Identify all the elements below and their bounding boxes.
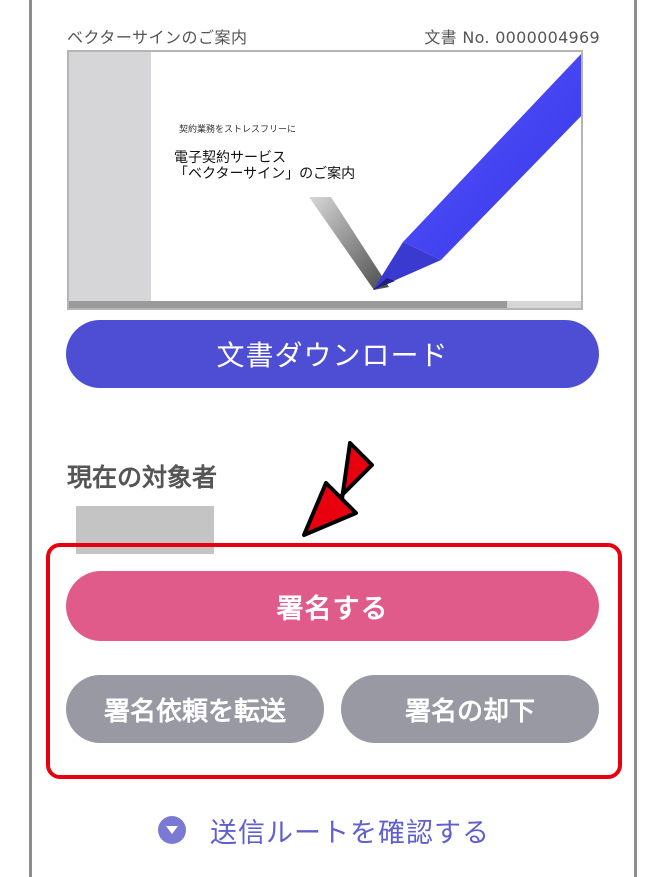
current-target-label: 現在の対象者	[67, 463, 218, 492]
chevron-down-icon	[166, 826, 178, 834]
signing-page: ベクターサインのご案内 文書 No. 0000004969 契約業務をストレスフ…	[0, 0, 668, 877]
preview-heading: 電子契約サービス 「ベクターサイン」のご案内	[174, 150, 355, 182]
download-document-button[interactable]: 文書ダウンロード	[66, 320, 599, 388]
chevron-down-circle-icon	[158, 816, 186, 844]
preview-tagline: 契約業務をストレスフリーに	[179, 125, 297, 135]
frame-border-left	[29, 0, 32, 877]
document-title: ベクターサインのご案内	[67, 28, 248, 47]
preview-scrollbar-thumb[interactable]	[69, 301, 507, 308]
document-number: 文書 No. 0000004969	[424, 28, 600, 47]
preview-heading-line2: 「ベクターサイン」のご案内	[174, 166, 356, 182]
check-send-route-link[interactable]: 送信ルートを確認する	[158, 810, 490, 850]
frame-border-right	[634, 0, 637, 877]
forward-signature-request-button[interactable]: 署名依頼を転送	[66, 675, 324, 743]
route-link-label: 送信ルートを確認する	[210, 817, 490, 849]
reject-signature-button[interactable]: 署名の却下	[341, 675, 599, 743]
preview-heading-line1: 電子契約サービス	[174, 150, 286, 166]
sign-button[interactable]: 署名する	[66, 571, 599, 641]
red-arrow-annotation-icon	[302, 441, 374, 537]
document-preview[interactable]: 契約業務をストレスフリーに 電子契約サービス 「ベクターサイン」のご案内	[67, 50, 583, 310]
